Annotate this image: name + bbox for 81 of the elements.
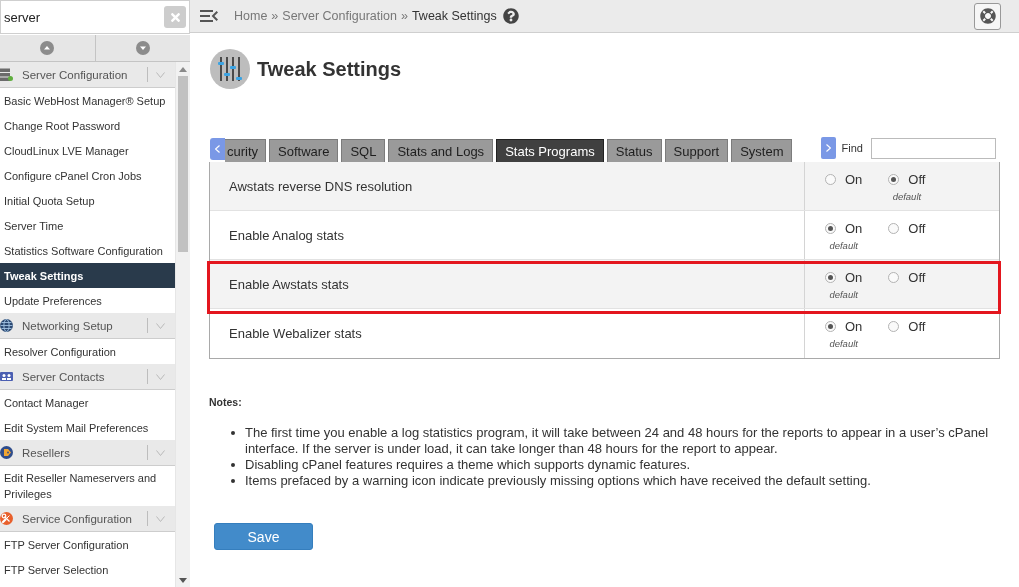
tools-icon	[0, 512, 13, 525]
note-text: The first time you enable a log statistics program, it will take between 24 and 48 hours for the reports to appear in a user’s cPanel interface. If the server is under load, it can take longer than 48 hours for the report to appear.	[245, 425, 990, 457]
chevron-down-icon	[156, 322, 165, 329]
radio-button[interactable]	[888, 321, 900, 332]
breadcrumb-link[interactable]: Server Configuration	[282, 9, 397, 23]
chevron-right-icon	[825, 144, 831, 152]
contact-card-icon	[0, 370, 13, 383]
default-note: default	[892, 191, 922, 202]
sidebar-category[interactable]: Server Contacts	[0, 364, 175, 390]
scroll-up-icon	[179, 67, 187, 72]
globe-icon	[0, 319, 13, 332]
radio-button[interactable]	[888, 272, 900, 283]
tab[interactable]: Support	[664, 139, 729, 162]
notes-title: Notes:	[209, 396, 242, 408]
default-note: default	[829, 240, 858, 251]
breadcrumb-separator: »	[271, 9, 279, 23]
collapse-all-button[interactable]	[0, 35, 96, 62]
radio-label: On	[845, 221, 863, 236]
clear-search-button[interactable]	[164, 6, 186, 28]
chevron-down-icon	[156, 71, 165, 78]
search-field[interactable]: server	[0, 0, 190, 34]
sidebar-category[interactable]: Service Configuration	[0, 506, 175, 532]
close-icon	[168, 10, 182, 24]
bullet-icon	[231, 431, 235, 435]
tab[interactable]: Status	[606, 139, 662, 162]
radio-label: Off	[908, 172, 926, 187]
radio-button[interactable]	[888, 223, 900, 234]
note-text: Items prefaced by a warning icon indicate previously missing options which have received the default setting.	[245, 473, 871, 489]
find-input[interactable]	[871, 137, 996, 159]
sliders-icon	[210, 49, 250, 89]
default-note: default	[829, 289, 858, 300]
help-icon[interactable]	[502, 8, 519, 24]
chevron-down-icon	[156, 373, 165, 380]
support-button[interactable]	[974, 2, 1001, 30]
setting-label: Enable Webalizer stats	[229, 326, 362, 341]
radio-button[interactable]	[825, 223, 836, 234]
setting-label: Enable Awstats stats	[229, 276, 349, 292]
bullet-icon	[231, 463, 235, 467]
breadcrumb-separator: »	[400, 9, 408, 23]
page-title: Tweak Settings	[257, 57, 402, 81]
radio-label: On	[845, 270, 863, 285]
sidebar-category[interactable]: Networking Setup	[0, 313, 175, 339]
scrollbar-thumb[interactable]	[178, 76, 188, 252]
radio-button[interactable]	[888, 174, 900, 185]
chevron-left-icon	[215, 145, 220, 153]
sidebar-scrollbar[interactable]	[175, 62, 190, 587]
radio-label: Off	[908, 221, 926, 236]
radio-label: On	[845, 172, 863, 187]
setting-label: Awstats reverse DNS resolution	[229, 178, 413, 194]
sidebar-category[interactable]: Resellers	[0, 440, 175, 466]
bullet-icon	[231, 479, 235, 483]
radio-button[interactable]	[825, 174, 836, 185]
radio-label: Off	[908, 319, 926, 334]
chevron-down-icon	[156, 449, 165, 456]
scroll-down-icon	[179, 578, 187, 583]
find-label: Find	[841, 142, 863, 154]
tab-scroll-left-button[interactable]	[210, 138, 225, 160]
default-note: default	[829, 338, 858, 349]
chevron-down-icon	[156, 515, 165, 522]
save-button[interactable]: Save	[214, 523, 313, 550]
breadcrumb-link[interactable]: Home	[234, 9, 268, 23]
tab-scroll-right-button[interactable]	[820, 137, 836, 159]
tab[interactable]: Stats and Logs	[388, 139, 494, 162]
sidebar-category[interactable]: Server Configuration	[0, 62, 175, 88]
tab[interactable]: Stats Programs	[496, 139, 604, 162]
note-text: Disabling cPanel features requires a theme which supports dynamic features.	[245, 457, 691, 473]
radio-label: On	[845, 319, 863, 334]
server-icon	[0, 68, 13, 81]
sidebar-link[interactable]: Tweak Settings	[0, 263, 175, 288]
tab[interactable]: Software	[269, 139, 339, 162]
tab[interactable]: SQL	[341, 139, 386, 162]
tab[interactable]: System	[731, 139, 793, 162]
radio-label: Off	[908, 270, 926, 285]
radio-button[interactable]	[825, 272, 836, 283]
radio-button[interactable]	[825, 321, 836, 332]
expand-all-button[interactable]	[95, 35, 190, 62]
lifebuoy-icon	[979, 8, 996, 24]
setting-label: Enable Analog stats	[229, 227, 344, 243]
breadcrumb-current-page: Tweak Settings	[411, 9, 497, 23]
tag-icon	[0, 446, 13, 459]
tab[interactable]: curity	[225, 139, 267, 162]
